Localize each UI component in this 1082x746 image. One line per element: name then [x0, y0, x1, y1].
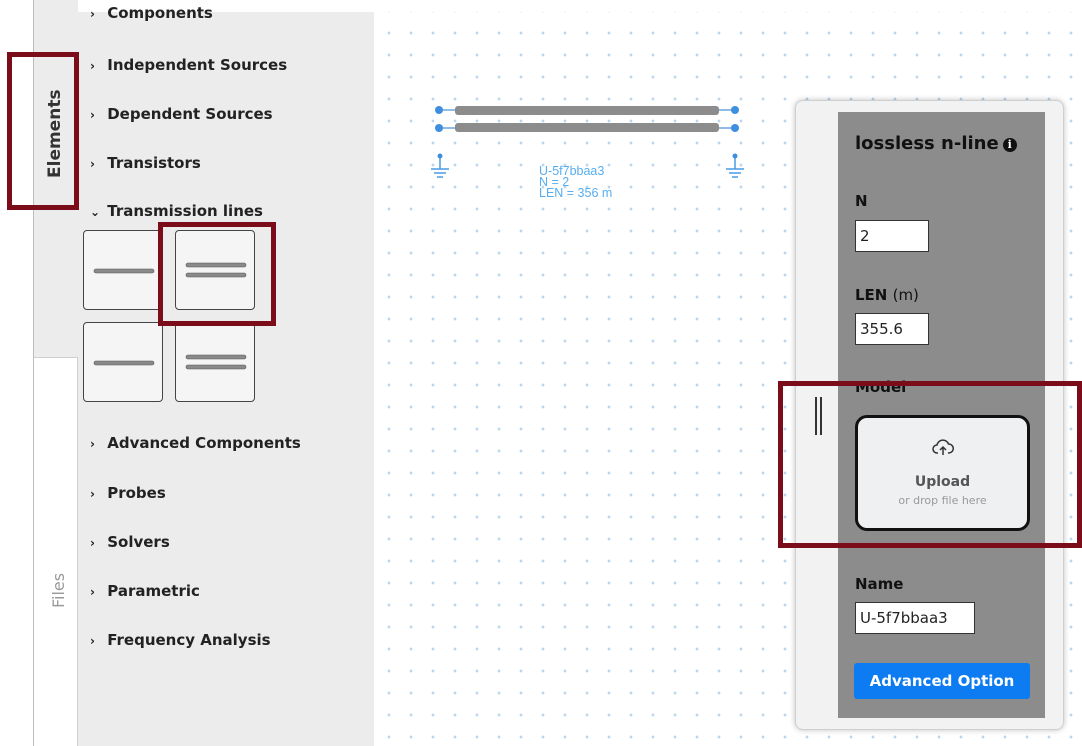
single-line-icon	[93, 360, 155, 366]
tab-files[interactable]	[33, 357, 78, 746]
tile-single-line-2[interactable]	[83, 322, 163, 402]
chevron-down-icon: ⌄	[90, 205, 101, 219]
palette-item-label: Probes	[107, 484, 166, 502]
name-label: Name	[855, 575, 904, 593]
advanced-option-button[interactable]: Advanced Option	[854, 663, 1030, 699]
palette-item-transmission-lines[interactable]: ⌄ Transmission lines	[90, 202, 263, 220]
chevron-right-icon: ›	[90, 157, 95, 171]
tile-n-line-2[interactable]	[175, 322, 255, 402]
len-label-text: LEN	[855, 286, 888, 304]
palette-item-parametric[interactable]: › Parametric	[90, 582, 200, 600]
name-input[interactable]	[855, 602, 975, 634]
n-label: N	[855, 192, 868, 210]
palette-item-independent-sources[interactable]: › Independent Sources	[90, 56, 287, 74]
ground-icon	[431, 156, 449, 178]
highlight-box-upload	[778, 381, 1082, 548]
palette-item-solvers[interactable]: › Solvers	[90, 533, 170, 551]
palette-item-label: Dependent Sources	[107, 105, 273, 123]
chevron-right-icon: ›	[90, 634, 95, 648]
len-input[interactable]	[855, 313, 929, 345]
n-line-icon	[185, 354, 247, 370]
tile-single-line[interactable]	[83, 230, 163, 310]
single-line-icon	[93, 268, 155, 274]
palette-item-transistors[interactable]: › Transistors	[90, 154, 201, 172]
properties-title-text: lossless n-line	[855, 133, 999, 154]
palette-item-label: Advanced Components	[107, 434, 301, 452]
palette-item-label: Transmission lines	[107, 202, 263, 220]
palette-item-frequency-analysis[interactable]: › Frequency Analysis	[90, 631, 271, 649]
n-input[interactable]	[855, 220, 929, 252]
highlight-box-elements-tab	[7, 52, 79, 210]
chevron-right-icon: ›	[90, 437, 95, 451]
palette-item-dependent-sources[interactable]: › Dependent Sources	[90, 105, 273, 123]
properties-title: lossless n-line i	[855, 133, 1017, 154]
chevron-right-icon: ›	[90, 487, 95, 501]
chevron-right-icon: ›	[90, 7, 95, 21]
component-len: LEN = 356 m	[539, 186, 613, 200]
chevron-right-icon: ›	[90, 108, 95, 122]
info-icon[interactable]: i	[1002, 138, 1017, 152]
palette-item-label: Transistors	[107, 154, 201, 172]
element-palette: › Components › Independent Sources › Dep…	[78, 4, 374, 746]
ground-icon	[726, 156, 744, 178]
palette-item-advanced-components[interactable]: › Advanced Components	[90, 434, 301, 452]
chevron-right-icon: ›	[90, 59, 95, 73]
len-label: LEN (m)	[855, 286, 919, 304]
palette-item-probes[interactable]: › Probes	[90, 484, 166, 502]
len-unit: (m)	[892, 286, 919, 304]
tab-files-label: Files	[49, 572, 68, 608]
palette-item-label: Solvers	[107, 533, 170, 551]
highlight-box-n-line-tile	[158, 222, 276, 326]
palette-item-label: Components	[107, 4, 213, 22]
chevron-right-icon: ›	[90, 585, 95, 599]
component-label: U-5f7bbaa3 N = 2 LEN = 356 m	[539, 165, 613, 200]
chevron-right-icon: ›	[90, 536, 95, 550]
palette-item-label: Frequency Analysis	[107, 631, 271, 649]
palette-item-label: Parametric	[107, 582, 200, 600]
palette-item-label: Independent Sources	[107, 56, 288, 74]
palette-item-components[interactable]: › Components	[90, 4, 213, 22]
